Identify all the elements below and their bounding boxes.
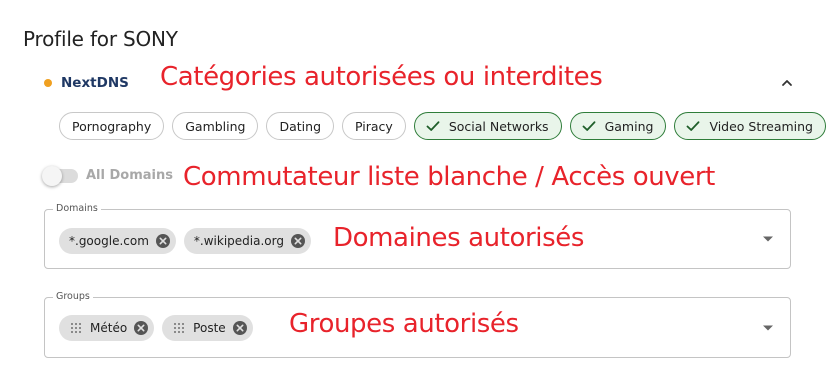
check-icon [582, 121, 595, 131]
group-tag-label: Poste [193, 321, 226, 335]
cancel-circle-icon[interactable] [155, 233, 171, 249]
annotation-switch: Commutateur liste blanche / Accès ouvert [183, 162, 715, 192]
category-chip-video-streaming[interactable]: Video Streaming [674, 112, 826, 140]
cancel-circle-icon[interactable] [133, 320, 149, 336]
all-domains-toggle[interactable] [42, 165, 78, 186]
chip-label: Social Networks [448, 118, 549, 134]
domain-tag: *.wikipedia.org [183, 228, 311, 254]
chip-label: Gambling [185, 118, 246, 134]
status-dot-icon [44, 79, 52, 87]
group-tag: Poste [162, 315, 253, 341]
category-chip-gaming[interactable]: Gaming [569, 112, 667, 140]
annotation-domains: Domaines autorisés [333, 223, 585, 253]
check-icon [687, 121, 700, 131]
all-domains-switch-row: All Domains [42, 165, 173, 186]
nextdns-header[interactable]: NextDNS [44, 70, 129, 96]
profile-title: Profile for SONY [23, 27, 178, 51]
group-tag: Météo [59, 315, 155, 341]
chip-label: Piracy [355, 118, 393, 134]
domain-tag-label: *.google.com [69, 234, 149, 248]
chip-label: Gaming [604, 118, 654, 134]
all-domains-label: All Domains [86, 168, 173, 183]
grid-icon [71, 323, 81, 333]
check-icon [426, 121, 440, 131]
group-tag-label: Météo [90, 321, 128, 335]
annotation-categories: Catégories autorisées ou interdites [160, 62, 603, 92]
domain-tag-label: *.wikipedia.org [193, 234, 284, 248]
category-chip-dating[interactable]: Dating [266, 112, 335, 140]
toggle-thumb [42, 165, 62, 186]
cancel-circle-icon[interactable] [232, 320, 248, 336]
domains-legend: Domains [53, 203, 101, 214]
groups-legend: Groups [53, 291, 93, 302]
chip-label: Dating [279, 118, 322, 134]
grid-icon [174, 323, 185, 333]
category-chip-pornography[interactable]: Pornography [59, 112, 165, 140]
arrow-drop-down-icon[interactable] [763, 325, 773, 330]
category-chip-social-networks[interactable]: Social Networks [413, 112, 562, 140]
category-chip-gambling[interactable]: Gambling [172, 112, 259, 140]
chevron-up-icon[interactable] [778, 74, 796, 92]
cancel-circle-icon[interactable] [290, 233, 306, 249]
chip-label: Pornography [72, 118, 152, 134]
domains-chips: *.google.com *.wikipedia.org [59, 228, 311, 254]
annotation-groups: Groupes autorisés [289, 309, 519, 339]
groups-chips: Météo Poste [59, 315, 253, 341]
chip-label: Video Streaming [709, 118, 813, 134]
category-chips: Pornography Gambling Dating Piracy Socia… [59, 112, 826, 140]
arrow-drop-down-icon[interactable] [763, 236, 773, 242]
nextdns-label: NextDNS [61, 75, 129, 91]
category-chip-piracy[interactable]: Piracy [342, 112, 406, 140]
domain-tag: *.google.com [59, 228, 176, 254]
